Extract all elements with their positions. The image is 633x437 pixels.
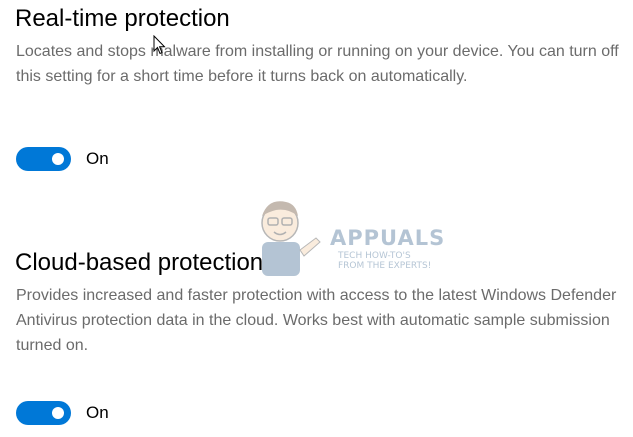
toggle-knob [52, 407, 64, 419]
cloud-protection-state-label: On [86, 403, 109, 422]
cloud-protection-title: Cloud-based protection [15, 249, 264, 276]
mouse-cursor-icon [153, 35, 166, 55]
realtime-protection-toggle[interactable] [16, 147, 71, 171]
realtime-protection-title: Real-time protection [15, 5, 230, 32]
cloud-protection-toggle-row: On [16, 401, 109, 425]
realtime-protection-state-label: On [86, 149, 109, 168]
realtime-protection-description: Locates and stops malware from installin… [16, 43, 619, 85]
toggle-knob [52, 153, 64, 165]
cloud-protection-description: Provides increased and faster protection… [16, 287, 617, 354]
cloud-protection-toggle[interactable] [16, 401, 71, 425]
realtime-protection-section: Real-time protection Locates and stops m… [15, 4, 627, 89]
realtime-protection-toggle-row: On [16, 147, 109, 171]
watermark-brand: APPUALS [330, 226, 446, 250]
cloud-protection-section: Cloud-based protection Provides increase… [15, 248, 627, 358]
